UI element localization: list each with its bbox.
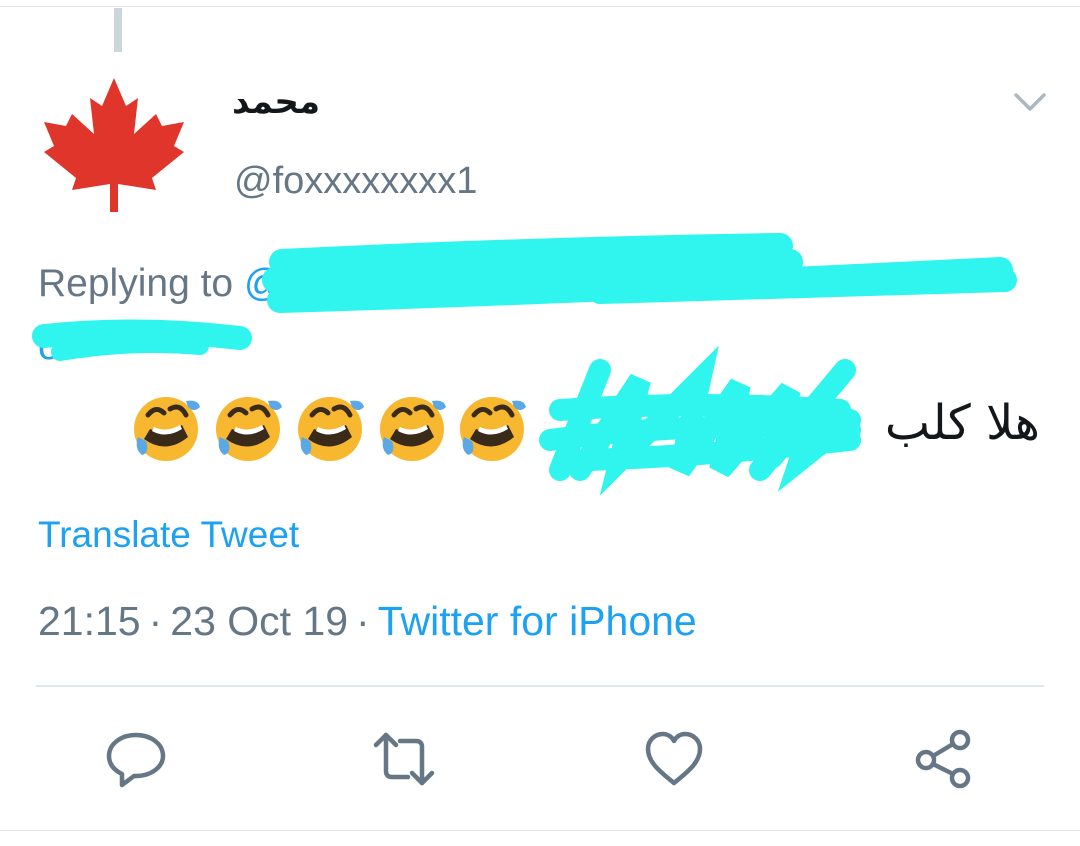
frame-top-border [0, 6, 1080, 7]
retweet-icon [373, 732, 435, 786]
replying-handle-link[interactable]: @ [244, 262, 284, 305]
meta-separator: · [356, 598, 370, 644]
share-icon [915, 729, 971, 789]
like-button[interactable] [642, 727, 706, 791]
thread-connector-line [114, 8, 122, 52]
heart-icon [645, 731, 703, 786]
avatar[interactable] [34, 76, 194, 216]
replying-others-link[interactable]: ot [38, 325, 71, 369]
rolling-laughing-emoji-icon [216, 397, 282, 461]
user-handle[interactable]: @foxxxxxxxx1 [234, 160, 477, 203]
reply-button[interactable] [104, 727, 168, 791]
tweet-metadata: 21:15 · 23 Oct 19 · Twitter for iPhone [38, 598, 697, 645]
tweet-time: 21:15 [38, 598, 141, 644]
replying-to: Replying to @ [38, 262, 284, 306]
rolling-laughing-emoji-icon [134, 397, 200, 461]
tweet-source-link[interactable]: Twitter for iPhone [378, 598, 697, 644]
retweet-button[interactable] [372, 727, 436, 791]
tweet-text: هلا كلب [884, 395, 1040, 451]
meta-separator: · [148, 598, 163, 644]
rolling-laughing-emoji-icon [298, 397, 364, 461]
chevron-down-icon[interactable] [1012, 90, 1048, 114]
replying-prefix: Replying to [38, 262, 234, 305]
frame-bottom-border [0, 830, 1080, 831]
maple-leaf-icon [44, 78, 184, 212]
rolling-laughing-emoji-icon [460, 397, 526, 461]
share-button[interactable] [912, 727, 976, 791]
divider [36, 685, 1044, 687]
translate-tweet-link[interactable]: Translate Tweet [38, 514, 299, 556]
display-name[interactable]: محمد [232, 82, 320, 122]
reply-icon [106, 732, 166, 788]
tweet-date: 23 Oct 19 [170, 598, 349, 644]
rolling-laughing-emoji-icon [380, 397, 446, 461]
